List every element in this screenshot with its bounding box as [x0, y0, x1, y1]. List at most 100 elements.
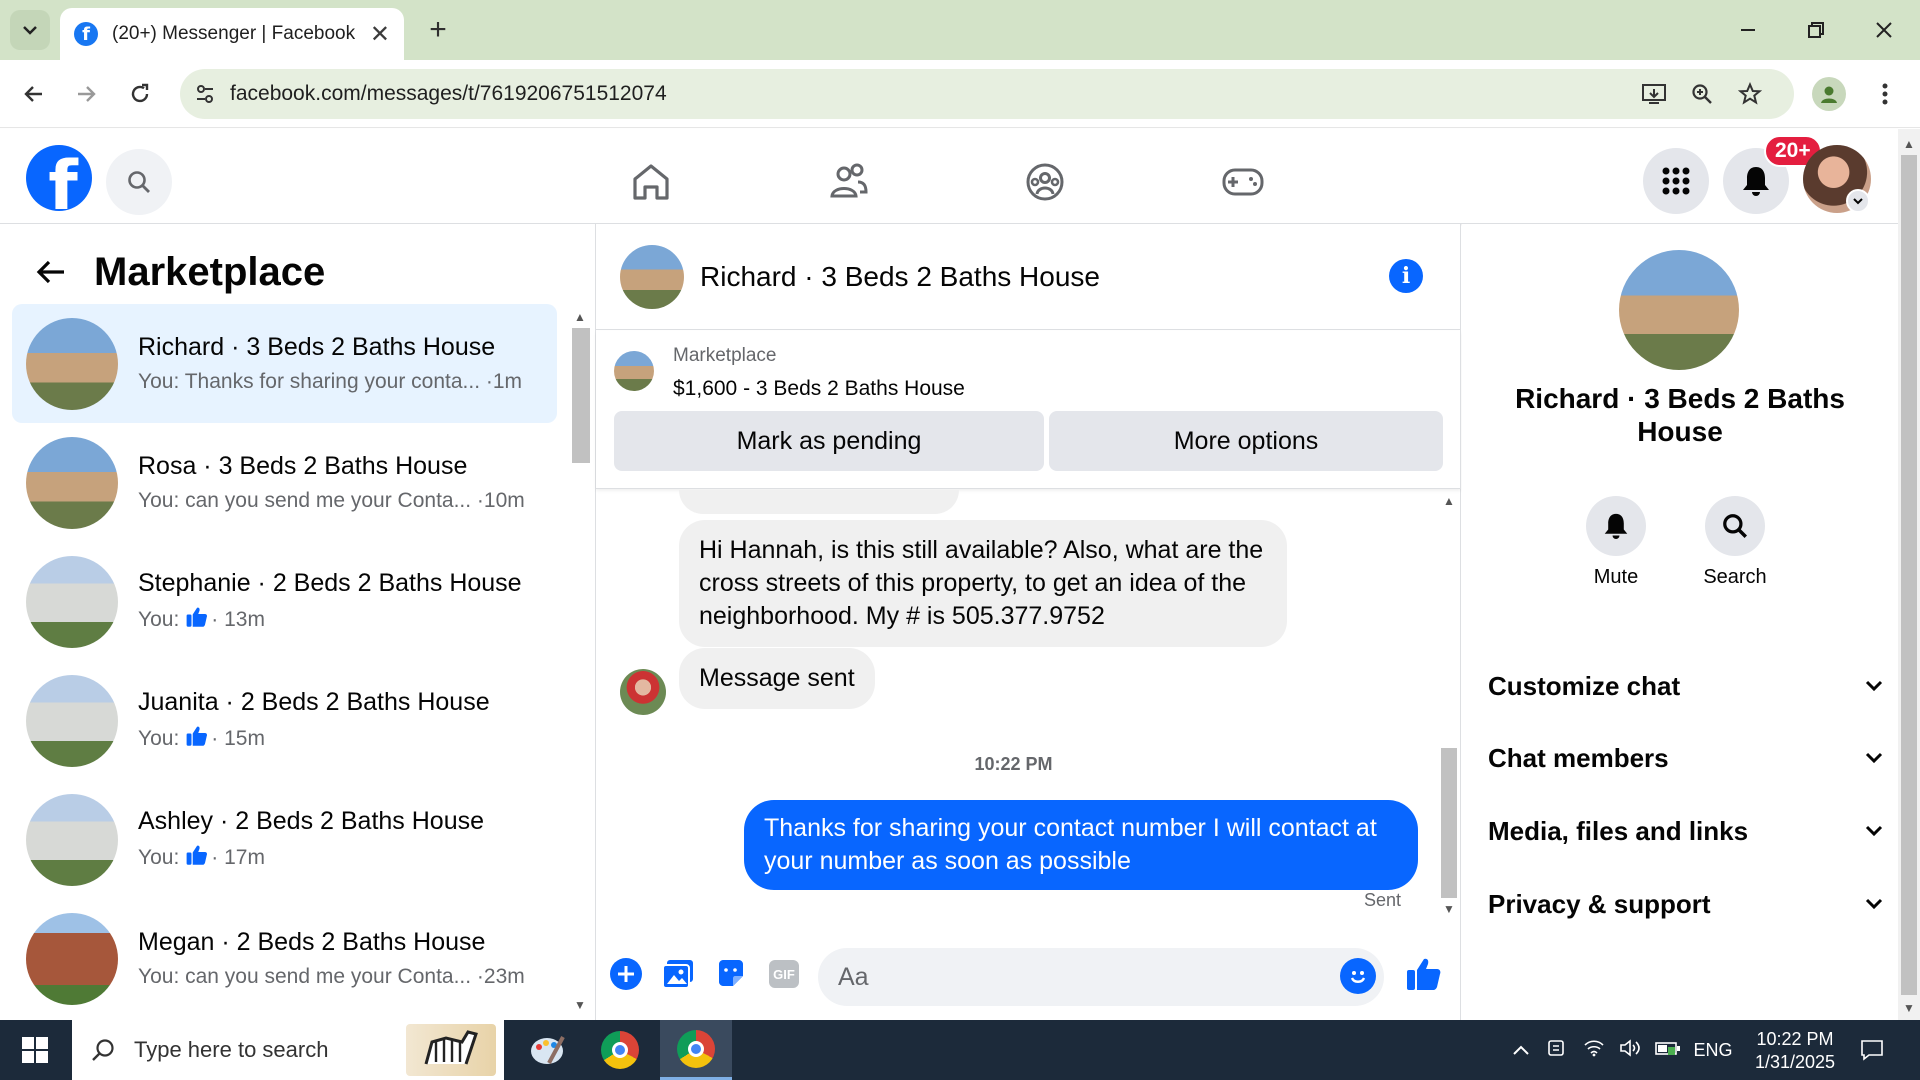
chat-snippet: You: · 13m [138, 606, 522, 634]
minimize-button[interactable] [1724, 10, 1772, 50]
details-avatar[interactable] [1619, 250, 1739, 370]
customize-chat-section[interactable]: Customize chat [1488, 656, 1884, 716]
listing-title[interactable]: $1,600 - 3 Beds 2 Baths House [673, 377, 965, 401]
taskbar-clock[interactable]: 10:22 PM 1/31/2025 [1740, 1028, 1850, 1074]
conversation-avatar[interactable] [620, 244, 684, 309]
browser-menu-button[interactable] [1870, 76, 1900, 112]
battery-icon[interactable] [1648, 1040, 1688, 1061]
taskbar-chrome-app[interactable] [660, 1020, 732, 1080]
clock-date: 1/31/2025 [1754, 1052, 1836, 1072]
nav-gaming-button[interactable] [1210, 149, 1276, 215]
info-icon[interactable]: i [1389, 259, 1423, 293]
sender-avatar[interactable] [620, 669, 666, 715]
section-label: Media, files and links [1488, 815, 1749, 846]
bookmark-star-icon[interactable] [1726, 82, 1774, 106]
site-info-icon[interactable] [180, 82, 230, 106]
chat-list-item[interactable]: Richard · 3 Beds 2 Baths House You: Thank… [12, 304, 557, 423]
search-in-conversation-button[interactable]: Search [1685, 496, 1785, 589]
nav-friends-button[interactable] [816, 149, 882, 215]
meet-now-icon[interactable] [1536, 1038, 1576, 1063]
facebook-header: f 20+ [0, 129, 1898, 224]
facebook-logo-icon[interactable]: f [26, 145, 92, 211]
menu-grid-button[interactable] [1643, 148, 1709, 214]
taskbar-chrome-profile-app[interactable] [584, 1020, 656, 1080]
chat-text: Stephanie · 2 Beds 2 Baths House You: · 13… [138, 569, 522, 634]
nav-groups-button[interactable] [1012, 149, 1078, 215]
incoming-message-bubble: Message sent [679, 648, 875, 709]
notification-center-button[interactable] [1852, 1020, 1892, 1080]
message-input[interactable] [818, 948, 1384, 1006]
account-menu-chevron-icon[interactable] [1846, 189, 1870, 213]
chat-list-item[interactable]: Megan · 2 Beds 2 Baths House You: can you… [12, 899, 557, 1018]
new-tab-button[interactable]: + [420, 12, 456, 48]
tray-expand-chevron-icon[interactable] [1506, 1040, 1536, 1061]
add-attachment-button[interactable] [606, 954, 646, 994]
tab-close-icon[interactable]: ✕ [370, 20, 390, 49]
scrollbar-thumb[interactable] [572, 328, 590, 463]
restore-button[interactable] [1792, 10, 1840, 50]
taskbar-search-box[interactable]: Type here to search [72, 1020, 504, 1080]
media-files-links-section[interactable]: Media, files and links [1488, 801, 1884, 861]
browser-profile-button[interactable] [1812, 77, 1846, 111]
gamepad-icon [1222, 168, 1264, 196]
scroll-up-arrow-icon[interactable]: ▲ [574, 310, 586, 324]
back-to-chats-button[interactable] [26, 247, 76, 297]
conversation-title[interactable]: Richard · 3 Beds 2 Baths House [700, 261, 1100, 293]
search-icon [92, 1039, 114, 1061]
facebook-search-button[interactable] [106, 149, 172, 215]
send-like-button[interactable] [1404, 954, 1444, 994]
privacy-support-section[interactable]: Privacy & support [1488, 874, 1884, 934]
minimize-icon [1741, 29, 1755, 31]
volume-icon[interactable] [1612, 1038, 1648, 1062]
scroll-down-arrow-icon[interactable]: ▼ [574, 998, 586, 1012]
paint-icon [531, 1036, 565, 1064]
taskbar-paint-app[interactable] [512, 1020, 584, 1080]
scroll-up-arrow-icon[interactable]: ▲ [1903, 137, 1915, 151]
tab-search-button[interactable] [10, 10, 50, 50]
chat-snippet: You: · 15m [138, 725, 490, 753]
zoom-icon[interactable] [1678, 82, 1726, 106]
gif-button[interactable]: GIF [764, 954, 804, 994]
listing-source: Marketplace [673, 345, 777, 366]
browser-tab[interactable]: f (20+) Messenger | Facebook ✕ [60, 8, 404, 60]
scrollbar-thumb[interactable] [1901, 155, 1917, 995]
nav-home-button[interactable] [618, 149, 684, 215]
chat-list-item[interactable]: Ashley · 2 Beds 2 Baths House You: · 17m [12, 780, 557, 899]
chat-list-item[interactable]: Stephanie · 2 Beds 2 Baths House You: · 13… [12, 542, 557, 661]
forward-button[interactable] [66, 74, 106, 114]
install-app-icon[interactable] [1630, 82, 1678, 106]
chat-members-section[interactable]: Chat members [1488, 728, 1884, 788]
scroll-up-arrow-icon[interactable]: ▲ [1443, 494, 1455, 508]
attach-photo-button[interactable] [658, 954, 698, 994]
input-language[interactable]: ENG [1688, 1040, 1738, 1061]
chat-list-item[interactable]: Juanita · 2 Beds 2 Baths House You: · 15m [12, 661, 557, 780]
mark-as-pending-button[interactable]: Mark as pending [614, 411, 1044, 471]
emoji-icon[interactable] [1340, 958, 1376, 994]
close-window-button[interactable] [1860, 10, 1908, 50]
chat-list-item[interactable]: Rosa · 3 Beds 2 Baths House You: can you … [12, 423, 557, 542]
chat-thumbnail [26, 317, 118, 410]
chat-text: Ashley · 2 Beds 2 Baths House You: · 17m [138, 807, 484, 872]
chevron-down-icon [1865, 680, 1883, 692]
thumbs-up-icon [185, 844, 209, 872]
address-bar[interactable]: facebook.com/messages/t/7619206751512074 [180, 69, 1794, 119]
page-scrollbar[interactable]: ▲ ▼ [1898, 129, 1920, 1020]
scroll-down-arrow-icon[interactable]: ▼ [1903, 1001, 1915, 1015]
restore-icon [1808, 22, 1824, 38]
scroll-down-arrow-icon[interactable]: ▼ [1443, 902, 1455, 916]
chat-text: Megan · 2 Beds 2 Baths House You: can you… [138, 928, 525, 989]
sticker-button[interactable] [711, 954, 751, 994]
reload-button[interactable] [120, 74, 160, 114]
mute-button[interactable]: Mute [1566, 496, 1666, 589]
more-options-button[interactable]: More options [1049, 411, 1443, 471]
message-thread-scrollbar[interactable]: ▲ ▼ [1438, 490, 1460, 920]
snippet-time: · 17m [211, 846, 265, 869]
chevron-down-icon [23, 26, 37, 35]
start-button[interactable] [12, 1030, 58, 1070]
back-button[interactable] [14, 74, 54, 114]
scrollbar-thumb[interactable] [1441, 748, 1457, 898]
wifi-icon[interactable] [1576, 1039, 1612, 1062]
previous-message-bubble [679, 490, 959, 514]
listing-thumbnail[interactable] [614, 351, 654, 391]
chat-list-scrollbar[interactable]: ▲ ▼ [570, 304, 592, 1016]
